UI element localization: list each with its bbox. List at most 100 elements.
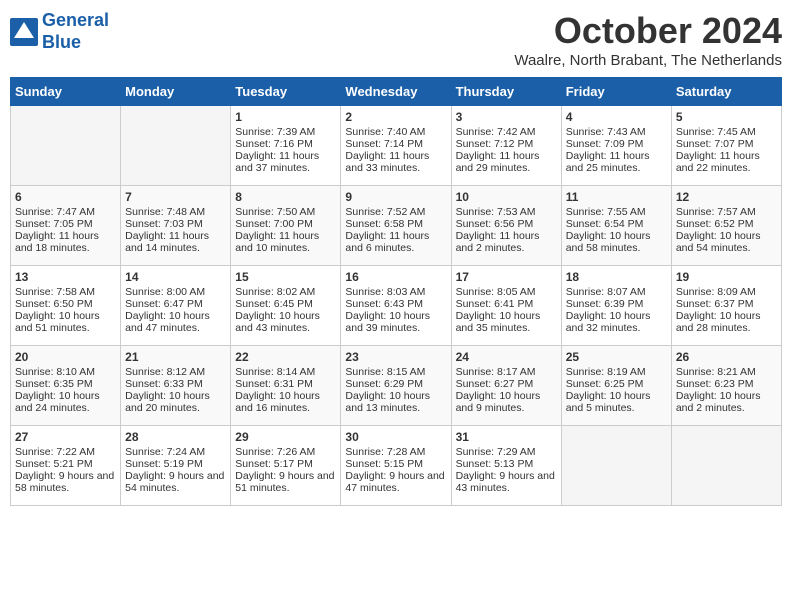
calendar-cell: 26Sunrise: 8:21 AMSunset: 6:23 PMDayligh… [671, 346, 781, 426]
cell-text: Daylight: 10 hours and 54 minutes. [676, 230, 777, 254]
day-header-wednesday: Wednesday [341, 78, 451, 106]
week-row-2: 6Sunrise: 7:47 AMSunset: 7:05 PMDaylight… [11, 186, 782, 266]
cell-text: Daylight: 10 hours and 35 minutes. [456, 310, 557, 334]
day-number: 2 [345, 110, 446, 124]
calendar-cell: 28Sunrise: 7:24 AMSunset: 5:19 PMDayligh… [121, 426, 231, 506]
cell-text: Sunrise: 7:22 AM [15, 446, 116, 458]
calendar-cell: 20Sunrise: 8:10 AMSunset: 6:35 PMDayligh… [11, 346, 121, 426]
cell-text: Daylight: 9 hours and 58 minutes. [15, 470, 116, 494]
days-header-row: SundayMondayTuesdayWednesdayThursdayFrid… [11, 78, 782, 106]
cell-text: Daylight: 10 hours and 51 minutes. [15, 310, 116, 334]
cell-text: Sunrise: 7:45 AM [676, 126, 777, 138]
week-row-1: 1Sunrise: 7:39 AMSunset: 7:16 PMDaylight… [11, 106, 782, 186]
day-header-monday: Monday [121, 78, 231, 106]
cell-text: Sunrise: 7:28 AM [345, 446, 446, 458]
cell-text: Sunrise: 7:48 AM [125, 206, 226, 218]
day-number: 25 [566, 350, 667, 364]
day-header-sunday: Sunday [11, 78, 121, 106]
cell-text: Sunset: 6:23 PM [676, 378, 777, 390]
cell-text: Sunset: 6:50 PM [15, 298, 116, 310]
cell-text: Daylight: 11 hours and 2 minutes. [456, 230, 557, 254]
cell-text: Sunset: 6:27 PM [456, 378, 557, 390]
week-row-5: 27Sunrise: 7:22 AMSunset: 5:21 PMDayligh… [11, 426, 782, 506]
calendar-cell: 8Sunrise: 7:50 AMSunset: 7:00 PMDaylight… [231, 186, 341, 266]
day-number: 10 [456, 190, 557, 204]
cell-text: Sunrise: 7:40 AM [345, 126, 446, 138]
day-number: 30 [345, 430, 446, 444]
cell-text: Sunset: 7:14 PM [345, 138, 446, 150]
calendar-cell: 6Sunrise: 7:47 AMSunset: 7:05 PMDaylight… [11, 186, 121, 266]
cell-text: Sunset: 7:16 PM [235, 138, 336, 150]
logo-line2: Blue [42, 32, 81, 52]
day-number: 31 [456, 430, 557, 444]
calendar-cell [561, 426, 671, 506]
calendar-cell: 5Sunrise: 7:45 AMSunset: 7:07 PMDaylight… [671, 106, 781, 186]
cell-text: Daylight: 11 hours and 29 minutes. [456, 150, 557, 174]
cell-text: Sunrise: 8:21 AM [676, 366, 777, 378]
calendar-cell: 15 Sunrise: 8:02 AMSunset: 6:45 PMDayligh… [231, 266, 341, 346]
day-header-saturday: Saturday [671, 78, 781, 106]
calendar-cell: 13Sunrise: 7:58 AMSunset: 6:50 PMDayligh… [11, 266, 121, 346]
calendar-cell [121, 106, 231, 186]
cell-text: Sunset: 7:05 PM [15, 218, 116, 230]
cell-text: Sunrise: 8:02 AM [235, 286, 336, 298]
cell-text: Daylight: 11 hours and 14 minutes. [125, 230, 226, 254]
day-number: 1 [235, 110, 336, 124]
cell-text: Sunset: 7:00 PM [235, 218, 336, 230]
cell-text: Sunrise: 7:42 AM [456, 126, 557, 138]
cell-text: Sunrise: 7:58 AM [15, 286, 116, 298]
calendar-cell: 30Sunrise: 7:28 AMSunset: 5:15 PMDayligh… [341, 426, 451, 506]
cell-text: Daylight: 11 hours and 33 minutes. [345, 150, 446, 174]
cell-text: Sunset: 6:58 PM [345, 218, 446, 230]
day-number: 11 [566, 190, 667, 204]
cell-text: Daylight: 10 hours and 16 minutes. [235, 390, 336, 414]
cell-text: Daylight: 11 hours and 18 minutes. [15, 230, 116, 254]
cell-text: Sunset: 7:09 PM [566, 138, 667, 150]
cell-text: Sunset: 6:43 PM [345, 298, 446, 310]
cell-text: Sunset: 6:52 PM [676, 218, 777, 230]
day-number: 21 [125, 350, 226, 364]
cell-text: Sunrise: 8:07 AM [566, 286, 667, 298]
day-number: 6 [15, 190, 116, 204]
calendar-cell: 25Sunrise: 8:19 AMSunset: 6:25 PMDayligh… [561, 346, 671, 426]
cell-text: Sunrise: 8:12 AM [125, 366, 226, 378]
cell-text: Sunset: 6:45 PM [235, 298, 336, 310]
cell-text: Sunset: 7:03 PM [125, 218, 226, 230]
cell-text: Daylight: 10 hours and 43 minutes. [235, 310, 336, 334]
day-number: 20 [15, 350, 116, 364]
calendar-cell: 22Sunrise: 8:14 AMSunset: 6:31 PMDayligh… [231, 346, 341, 426]
cell-text: Sunrise: 7:50 AM [235, 206, 336, 218]
calendar-cell: 19Sunrise: 8:09 AMSunset: 6:37 PMDayligh… [671, 266, 781, 346]
calendar-cell: 31Sunrise: 7:29 AMSunset: 5:13 PMDayligh… [451, 426, 561, 506]
cell-text: Sunset: 6:47 PM [125, 298, 226, 310]
logo-text: General Blue [42, 10, 109, 53]
cell-text: Sunrise: 7:53 AM [456, 206, 557, 218]
calendar-table: SundayMondayTuesdayWednesdayThursdayFrid… [10, 77, 782, 506]
calendar-cell [671, 426, 781, 506]
day-number: 3 [456, 110, 557, 124]
day-header-thursday: Thursday [451, 78, 561, 106]
cell-text: Sunrise: 8:19 AM [566, 366, 667, 378]
cell-text: Daylight: 10 hours and 58 minutes. [566, 230, 667, 254]
cell-text: Sunrise: 7:43 AM [566, 126, 667, 138]
day-number: 18 [566, 270, 667, 284]
cell-text: Sunrise: 7:57 AM [676, 206, 777, 218]
cell-text: Sunset: 7:12 PM [456, 138, 557, 150]
location: Waalre, North Brabant, The Netherlands [514, 52, 782, 69]
logo: General Blue [10, 10, 109, 53]
cell-text: Daylight: 11 hours and 37 minutes. [235, 150, 336, 174]
day-header-tuesday: Tuesday [231, 78, 341, 106]
cell-text: Daylight: 11 hours and 25 minutes. [566, 150, 667, 174]
cell-text: Sunset: 6:37 PM [676, 298, 777, 310]
page-header: General Blue October 2024 Waalre, North … [10, 10, 782, 69]
day-number: 8 [235, 190, 336, 204]
cell-text: Sunset: 5:15 PM [345, 458, 446, 470]
day-number: 15 [235, 270, 336, 284]
cell-text: Daylight: 11 hours and 6 minutes. [345, 230, 446, 254]
calendar-cell: 11Sunrise: 7:55 AMSunset: 6:54 PMDayligh… [561, 186, 671, 266]
cell-text: Sunrise: 7:52 AM [345, 206, 446, 218]
day-number: 12 [676, 190, 777, 204]
day-number: 5 [676, 110, 777, 124]
title-block: October 2024 Waalre, North Brabant, The … [514, 10, 782, 69]
logo-line1: General [42, 10, 109, 30]
